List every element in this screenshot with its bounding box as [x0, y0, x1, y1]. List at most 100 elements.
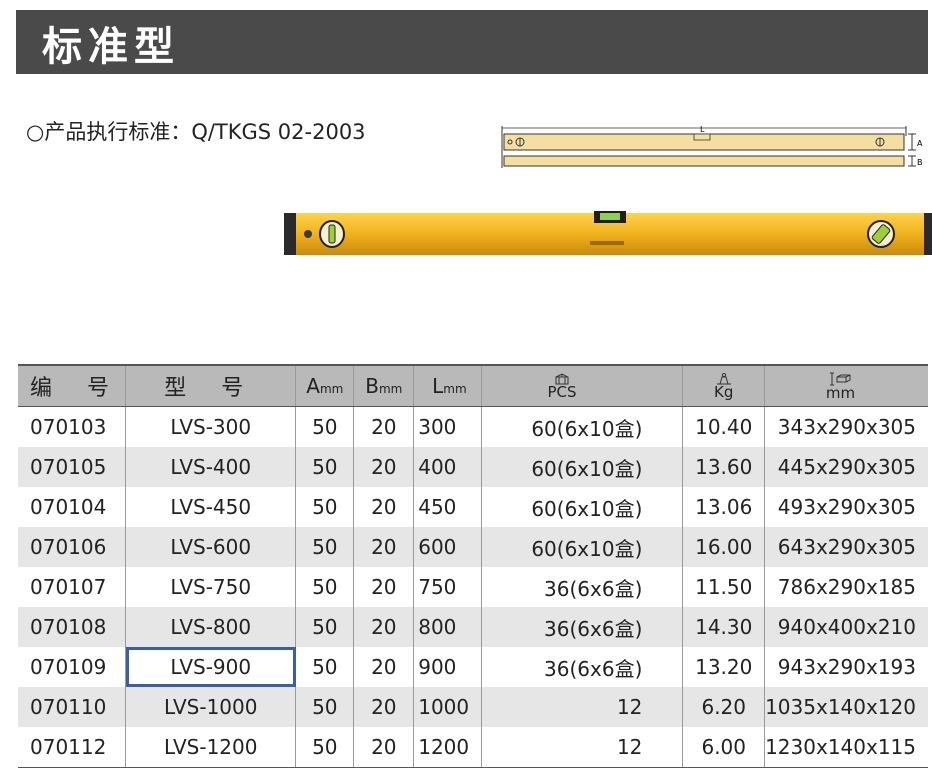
page-title: 标准型	[42, 24, 180, 70]
cell-a: 50	[295, 406, 354, 447]
cell-pcs: 36(6x6盒)	[480, 607, 683, 647]
table-row: 070112 LVS-1200 50 20 1200 12 6.00 1230x…	[18, 727, 928, 768]
cell-pcs: 12	[480, 727, 683, 768]
cell-mm: 940x400x210	[764, 607, 928, 647]
cell-pcs: 36(6x6盒)	[480, 647, 683, 687]
cell-b: 20	[353, 527, 414, 567]
cell-a: 50	[295, 687, 354, 727]
cell-kg: 14.30	[682, 607, 765, 647]
header-a: Amm	[295, 364, 354, 407]
cell-kg: 6.00	[682, 727, 765, 768]
cell-kg: 10.40	[682, 406, 765, 447]
header-mm: mm	[764, 364, 928, 407]
cell-kg: 6.20	[682, 687, 765, 727]
header-pcs-label: PCS	[547, 383, 577, 401]
cell-mm: 343x290x305	[764, 406, 928, 447]
spirit-level-image	[284, 211, 932, 255]
cell-a: 50	[295, 727, 354, 768]
cell-b: 20	[353, 607, 414, 647]
table-row: 070110 LVS-1000 50 20 1000 12 6.20 1035x…	[18, 687, 928, 727]
cell-l: 1200	[413, 727, 482, 768]
cell-l: 400	[413, 447, 482, 487]
cell-l: 450	[413, 487, 482, 527]
header-code: 编 号	[18, 364, 126, 407]
cell-code: 070107	[30, 575, 107, 599]
header-bar: 标准型	[16, 10, 928, 74]
header-b: Bmm	[353, 364, 414, 407]
cell-l: 800	[413, 607, 482, 647]
cell-pcs: 60(6x10盒)	[480, 406, 683, 447]
cell-b: 20	[353, 647, 414, 687]
cell-kg: 13.20	[682, 647, 765, 687]
table-row: 070106 LVS-600 50 20 600 60(6x10盒) 16.00…	[18, 527, 928, 567]
cell-mm: 943x290x193	[764, 647, 928, 687]
cell-model[interactable]: LVS-300	[125, 406, 296, 447]
cell-mm: 445x290x305	[764, 447, 928, 487]
cell-kg: 11.50	[682, 567, 765, 607]
cell-kg: 16.00	[682, 527, 765, 567]
cell-a: 50	[295, 487, 354, 527]
header-kg: Kg	[682, 364, 765, 407]
diagram-label-b: B	[917, 158, 923, 167]
table-row: 070103 LVS-300 50 20 300 60(6x10盒) 10.40…	[18, 406, 928, 447]
header-pcs: PCS	[480, 364, 683, 407]
header-kg-label: Kg	[714, 383, 734, 401]
cell-model-selected[interactable]: LVS-900	[125, 647, 296, 687]
table-row: 070105 LVS-400 50 20 400 60(6x10盒) 13.60…	[18, 447, 928, 487]
cell-code: 070105	[18, 447, 126, 487]
cell-mm: 493x290x305	[764, 487, 928, 527]
cell-a: 50	[295, 527, 354, 567]
standard-text: ○产品执行标准：Q/TKGS 02-2003	[26, 120, 366, 144]
cell-model[interactable]: LVS-1200	[125, 727, 296, 768]
diagram-label-l: L	[700, 125, 705, 134]
header-mm-label: mm	[825, 384, 856, 402]
cell-model[interactable]: LVS-450	[125, 487, 296, 527]
cell-code: 070112	[18, 727, 126, 768]
dimension-diagram: L A B	[501, 125, 923, 168]
cell-mm: 643x290x305	[764, 527, 928, 567]
spec-table: 编 号 型 号 Amm Bmm Lmm PCS Kg mm 070103 LVS…	[18, 364, 928, 768]
table-row: 070108 LVS-800 50 20 800 36(6x6盒) 14.30 …	[18, 607, 928, 647]
cell-b: 20	[353, 567, 414, 607]
cell-a: 50	[295, 447, 354, 487]
cell-model[interactable]: LVS-600	[125, 527, 296, 567]
cell-pcs: 12	[480, 687, 683, 727]
cell-pcs: 36(6x6盒)	[480, 567, 683, 607]
cell-model[interactable]: LVS-800	[125, 607, 296, 647]
table-row: 070107 LVS-750 50 20 750 36(6x6盒) 11.50 …	[18, 567, 928, 607]
cell-code: 070104	[30, 495, 107, 519]
cell-model[interactable]: LVS-750	[125, 567, 296, 607]
cell-code: 070110	[18, 687, 126, 727]
cell-code: 070103	[30, 415, 107, 439]
cell-a: 50	[295, 607, 354, 647]
table-row: 070109 LVS-900 50 20 900 36(6x6盒) 13.20 …	[18, 647, 928, 687]
cell-b: 20	[353, 727, 414, 768]
table-header-row: 编 号 型 号 Amm Bmm Lmm PCS Kg mm	[18, 364, 928, 407]
cell-model[interactable]: LVS-1000	[125, 687, 296, 727]
cell-kg: 13.06	[682, 487, 765, 527]
header-model: 型 号	[125, 364, 296, 407]
header-l: Lmm	[413, 364, 482, 407]
cell-code: 070109	[30, 655, 107, 679]
cell-code: 070108	[18, 607, 126, 647]
cell-a: 50	[295, 647, 354, 687]
cell-l: 1000	[413, 687, 482, 727]
cell-pcs: 60(6x10盒)	[480, 447, 683, 487]
cell-kg: 13.60	[682, 447, 765, 487]
table-row: 070104 LVS-450 50 20 450 60(6x10盒) 13.06…	[18, 487, 928, 527]
cell-b: 20	[353, 406, 414, 447]
cell-code: 070106	[18, 527, 126, 567]
cell-b: 20	[353, 487, 414, 527]
cell-mm: 786x290x185	[764, 567, 928, 607]
cell-l: 600	[413, 527, 482, 567]
cell-pcs: 60(6x10盒)	[480, 527, 683, 567]
cell-b: 20	[353, 447, 414, 487]
cell-l: 300	[413, 406, 482, 447]
cell-l: 750	[413, 567, 482, 607]
cell-mm: 1035x140x120	[764, 687, 928, 727]
cell-mm: 1230x140x115	[764, 727, 928, 768]
cell-model[interactable]: LVS-400	[125, 447, 296, 487]
cell-l: 900	[413, 647, 482, 687]
cell-a: 50	[295, 567, 354, 607]
cell-pcs: 60(6x10盒)	[480, 487, 683, 527]
